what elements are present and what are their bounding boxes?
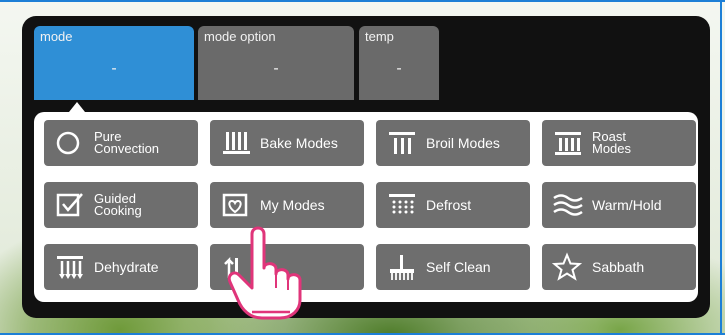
defrost-button[interactable]: Defrost (376, 182, 530, 228)
oven-control-panel: mode - mode option - temp - Pure Convect… (22, 16, 710, 320)
tab-value: - (111, 60, 117, 77)
checkbox-icon (56, 193, 83, 217)
button-label: Warm/Hold (592, 197, 662, 213)
star-icon (552, 252, 583, 281)
roast-icon (555, 132, 581, 155)
button-label: Self Clean (426, 259, 491, 275)
tab-value: - (396, 60, 402, 77)
pure-convection-button[interactable]: Pure Convection (44, 120, 198, 166)
bake-icon (223, 132, 250, 154)
defrost-icon (389, 194, 415, 214)
button-label: Pure Convection (94, 129, 160, 156)
button-label: My Modes (260, 197, 325, 213)
broil-icon (389, 132, 415, 154)
tab-mode-option[interactable]: mode option - (198, 26, 354, 100)
tab-title: mode (40, 29, 73, 44)
button-label: Defrost (426, 197, 472, 213)
frame-border-top (0, 0, 725, 2)
button-label: Guided Cooking (94, 191, 142, 218)
button-label: Bake Modes (260, 135, 338, 151)
active-tab-pointer (69, 102, 85, 112)
broil-modes-button[interactable]: Broil Modes (376, 120, 530, 166)
sabbath-button[interactable]: Sabbath (542, 244, 696, 290)
tab-title: temp (365, 29, 394, 44)
tab-mode[interactable]: mode - (34, 26, 194, 100)
bake-modes-button[interactable]: Bake Modes (210, 120, 364, 166)
guided-cooking-button[interactable]: Guided Cooking (44, 182, 198, 228)
button-label: Dehydrate (94, 259, 159, 275)
roast-modes-button[interactable]: Roast Modes (542, 120, 696, 166)
circle-icon (56, 131, 80, 155)
self-clean-button[interactable]: Self Clean (376, 244, 530, 290)
mode-grid: Pure Convection Bake Modes Broil Modes R… (34, 112, 698, 302)
button-label: Roast Modes (592, 129, 632, 156)
warm-hold-button[interactable]: Warm/Hold (542, 182, 696, 228)
brush-icon (390, 255, 414, 280)
dehydrate-icon (57, 256, 83, 279)
dehydrate-button[interactable]: Dehydrate (44, 244, 198, 290)
tab-title: mode option (204, 29, 276, 44)
tab-temp[interactable]: temp - (359, 26, 439, 100)
pointing-hand-icon (227, 226, 302, 320)
waves-icon (553, 194, 583, 216)
tab-value: - (273, 60, 279, 77)
frame-border-right (720, 0, 722, 335)
button-label: Broil Modes (426, 135, 500, 151)
button-label: Sabbath (592, 259, 645, 275)
